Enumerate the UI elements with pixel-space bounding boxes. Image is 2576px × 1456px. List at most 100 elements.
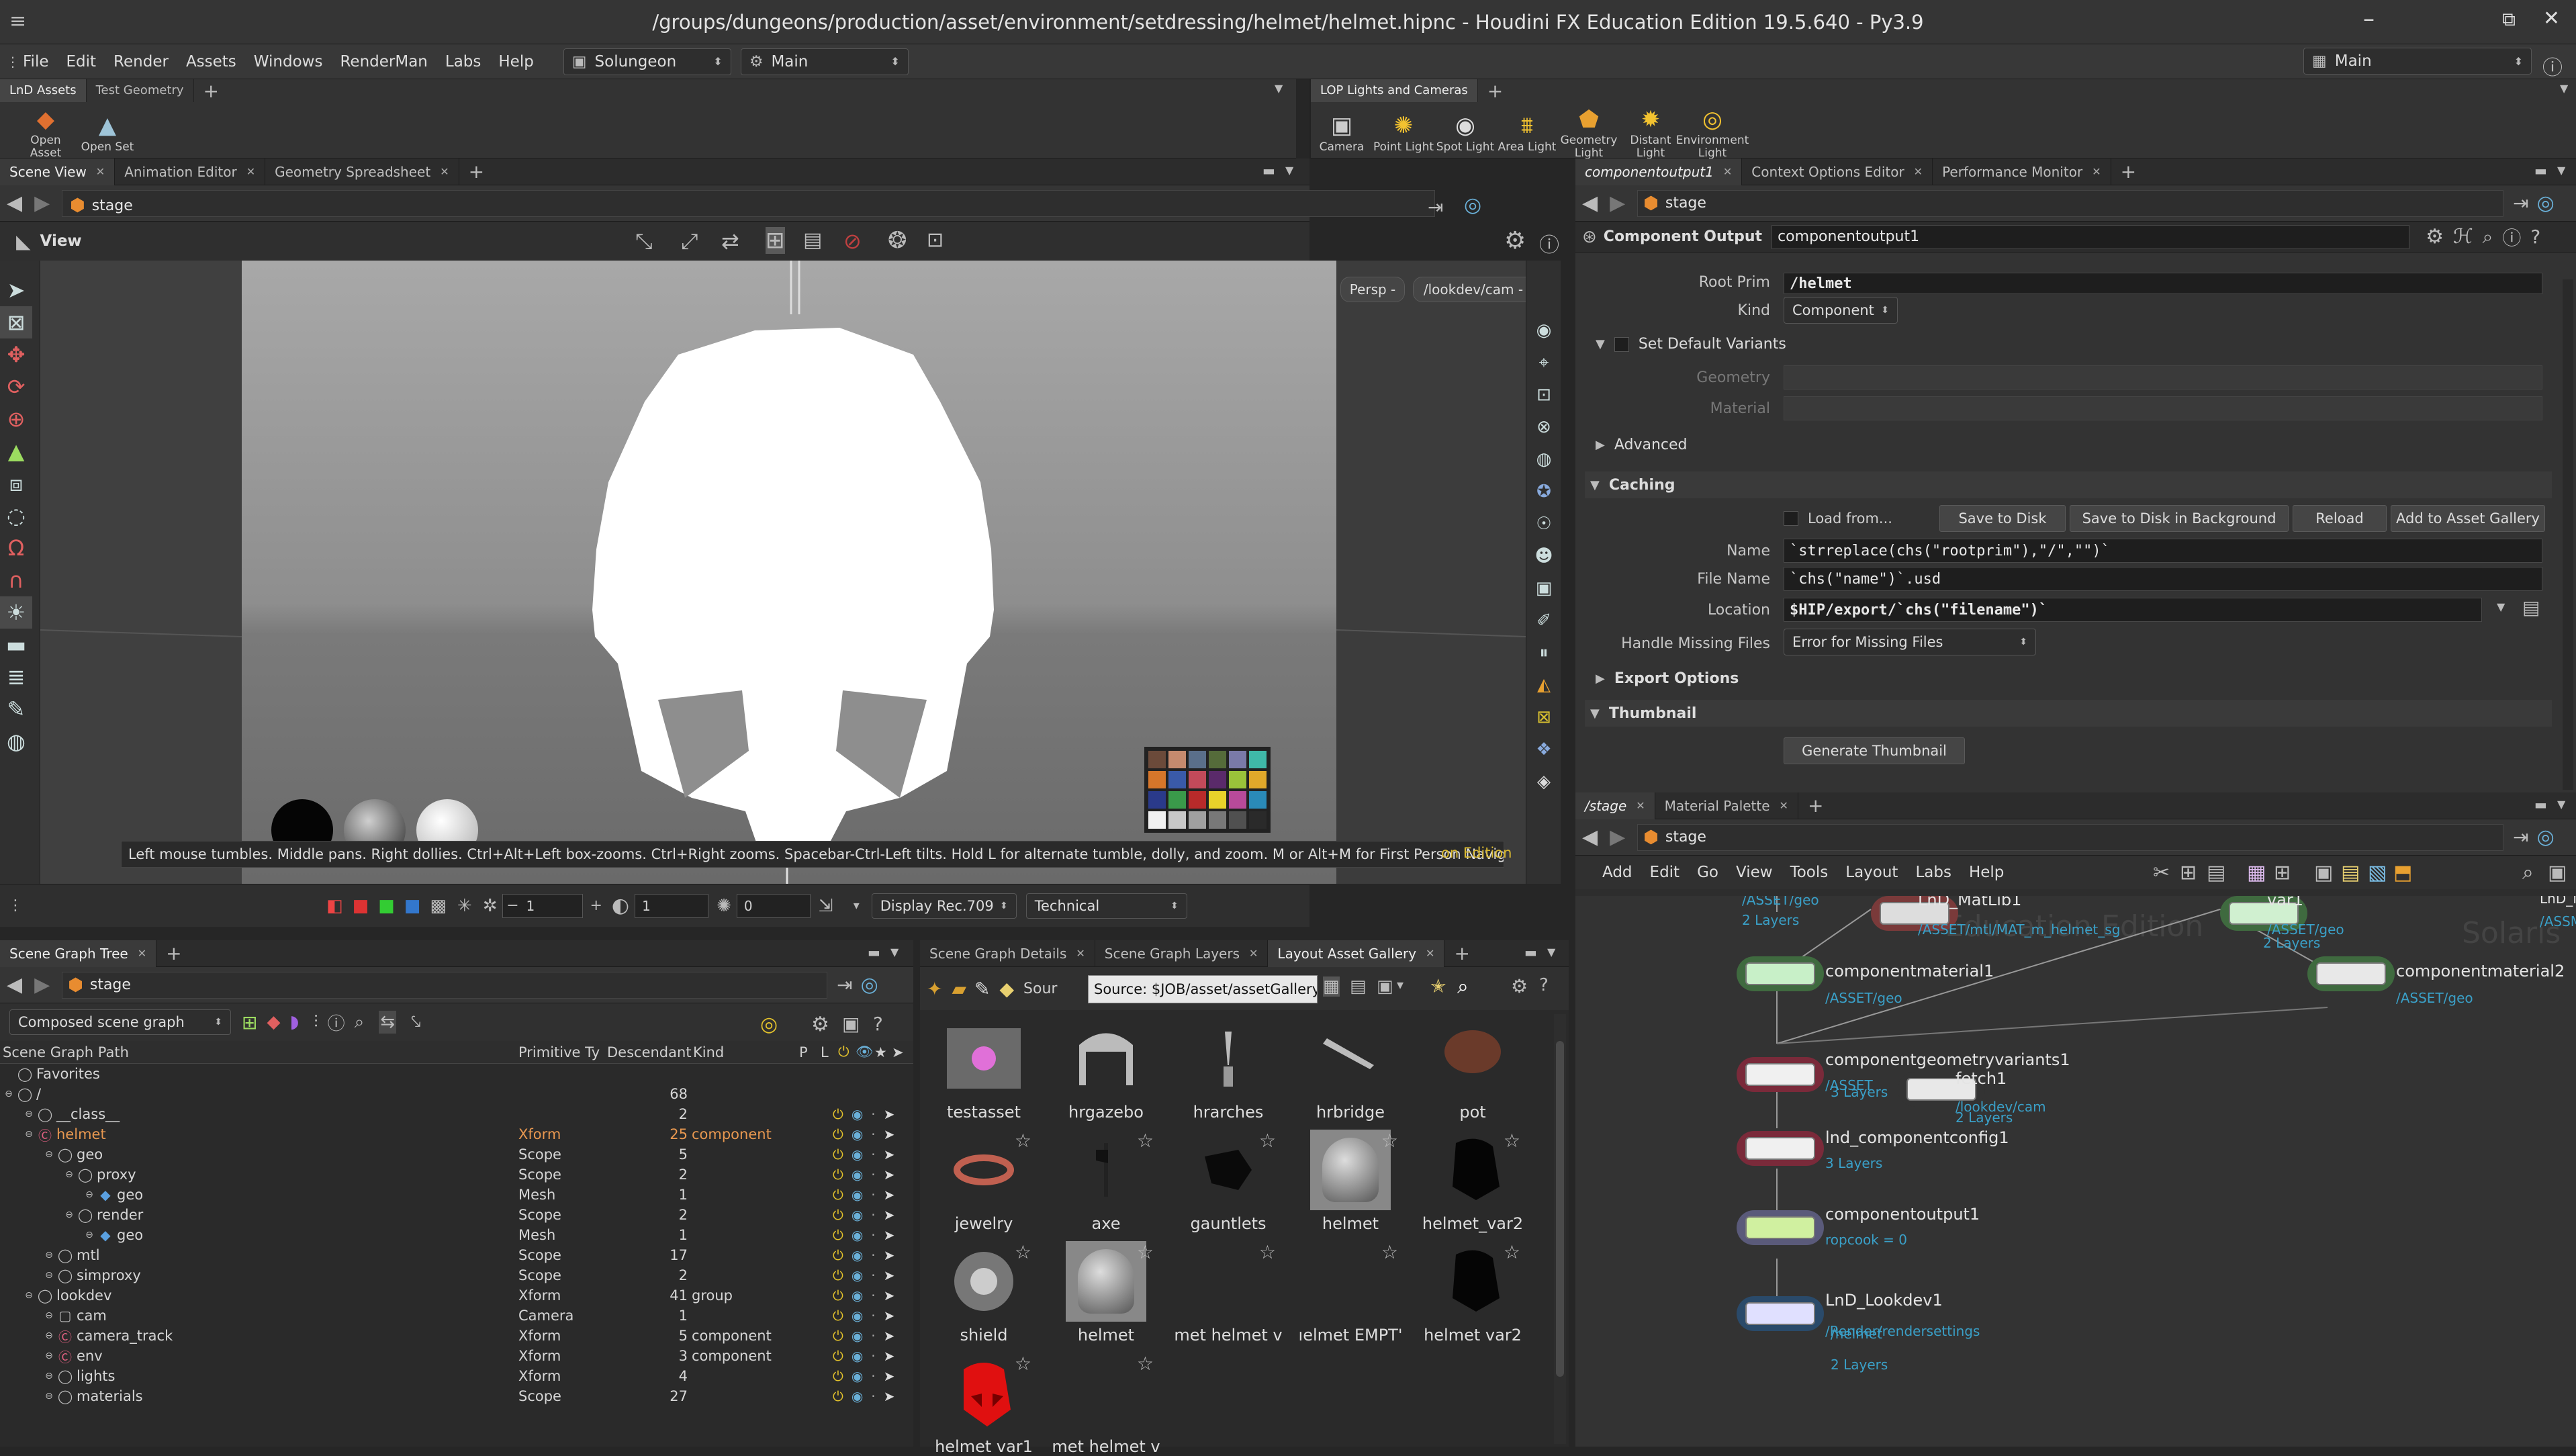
gear-icon[interactable]: ⚙ — [1511, 975, 1528, 997]
magnet-tool-icon[interactable]: Ω — [0, 532, 32, 564]
expand-icon[interactable]: ⊖ — [23, 1290, 35, 1301]
scene-graph-mode-select[interactable]: Composed scene graph ⬍ — [9, 1009, 231, 1035]
handle-missing-select[interactable]: Error for Missing Files ⬍ — [1784, 629, 2036, 655]
lut-field[interactable]: 0 — [736, 893, 811, 918]
tab-performance-monitor[interactable]: Performance Monitor ✕ — [1933, 158, 2111, 185]
close-icon[interactable]: ✕ — [138, 940, 146, 967]
grid-small-icon[interactable]: ⊞ — [2274, 861, 2291, 884]
tree-row[interactable]: ⊖ ◯ materials Scope 27 ⏻◉·➤ — [0, 1386, 913, 1406]
close-icon[interactable]: ✕ — [1636, 792, 1645, 819]
favorite-star-icon[interactable]: ☆ — [1137, 1353, 1154, 1375]
expand-icon[interactable]: ⊖ — [43, 1149, 55, 1160]
active-icon[interactable]: ⏻ — [833, 1227, 852, 1243]
select-icon[interactable]: ➤ — [884, 1187, 903, 1203]
expand-icon[interactable]: ⊖ — [43, 1351, 55, 1361]
active-icon[interactable]: ⏻ — [833, 1267, 852, 1283]
forward-arrow-icon[interactable]: ▶ — [34, 973, 50, 997]
gallery-item[interactable]: ☆ ıelmet EMPT' — [1293, 1241, 1408, 1345]
gallery-item[interactable]: ☆ met helmet v — [1171, 1241, 1285, 1345]
help-icon[interactable]: ⓘ — [2542, 51, 2563, 81]
maximize-button[interactable]: ⧉ — [2502, 8, 2516, 31]
node-label[interactable]: lnd_componentconfig1 — [1825, 1128, 2009, 1147]
load-from-checkbox[interactable] — [1784, 511, 1798, 526]
node-label[interactable]: componentmaterial1 — [1825, 962, 1994, 981]
gallery-item[interactable]: ☆ shield — [927, 1241, 1041, 1345]
dot-icon[interactable]: · — [871, 1388, 883, 1404]
tab-geometry-spreadsheet[interactable]: Geometry Spreadsheet ✕ — [265, 158, 459, 185]
favorite-star-icon[interactable]: ☆ — [1015, 1241, 1031, 1263]
close-icon[interactable]: ✕ — [1914, 158, 1923, 185]
network-canvas[interactable]: Education Edition Solaris LnD_MatLib1/AS… — [1575, 896, 2576, 1447]
dot-icon[interactable]: · — [871, 1106, 883, 1122]
tab-animation-editor[interactable]: Animation Editor ✕ — [115, 158, 266, 185]
prim-flags[interactable]: ⏻◉·➤ — [833, 1287, 903, 1304]
active-icon[interactable]: ⏻ — [833, 1146, 852, 1163]
tab-scene-graph-tree[interactable]: Scene Graph Tree ✕ — [0, 940, 157, 967]
network-node[interactable] — [1737, 1210, 1824, 1245]
favorite-star-icon[interactable]: ☆ — [1137, 1130, 1154, 1152]
expand-icon[interactable]: ⊖ — [43, 1330, 55, 1341]
visibility-icon[interactable]: ◉ — [852, 1328, 871, 1344]
menu-edit[interactable]: Edit — [66, 53, 97, 71]
chevron-down-icon[interactable]: ▼ — [1285, 164, 1293, 177]
export-options-section[interactable]: ▶ Export Options — [1596, 670, 1739, 687]
tab-scene-graph-details[interactable]: Scene Graph Details ✕ — [920, 940, 1095, 967]
active-icon[interactable]: ⏻ — [833, 1167, 852, 1183]
active-icon[interactable]: ⏻ — [833, 1106, 852, 1122]
channel-red-icon[interactable]: ■ — [353, 896, 369, 916]
tree-row[interactable]: ⊖ ▢ cam Camera 1 ⏻◉·➤ — [0, 1306, 913, 1326]
gallery-item[interactable]: ☆ met helmet v — [1049, 1353, 1163, 1456]
location-field[interactable]: $HIP/export/`chs("filename")` — [1784, 598, 2482, 622]
node-body[interactable] — [1745, 962, 1815, 985]
expand-icon[interactable]: ⊖ — [43, 1391, 55, 1402]
close-button[interactable]: ✕ — [2543, 7, 2560, 30]
pause-icon[interactable]: ⏸ — [1526, 637, 1561, 669]
distant-light-tool[interactable]: ✹ Distant Light — [1620, 105, 1682, 160]
point-light-tool[interactable]: ✺ Point Light — [1373, 111, 1434, 154]
pin-icon[interactable]: ⇥ — [2513, 192, 2528, 214]
select-icon[interactable]: ➤ — [884, 1227, 903, 1243]
active-icon[interactable]: ⏻ — [833, 1348, 852, 1364]
node-label[interactable]: componentgeometryvariants1 — [1825, 1050, 2070, 1069]
net-menu-view[interactable]: View — [1736, 864, 1773, 881]
dot-icon[interactable]: · — [871, 1207, 883, 1223]
close-icon[interactable]: ✕ — [1723, 158, 1732, 185]
close-icon[interactable]: ✕ — [1780, 792, 1788, 819]
select-icon[interactable]: ➤ — [884, 1146, 903, 1163]
minimize-button[interactable]: – — [2363, 5, 2375, 32]
translate-tool-icon[interactable]: ✥ — [0, 338, 32, 371]
grid-view-icon[interactable]: ▦ — [1323, 976, 1340, 997]
name-field[interactable]: `strreplace(chs("rootprim"),"/","")` — [1784, 539, 2542, 563]
grid-icon[interactable]: ▦ — [2247, 861, 2266, 884]
channel-green-icon[interactable]: ■ — [378, 896, 395, 916]
dot-icon[interactable]: · — [871, 1267, 883, 1283]
select-icon[interactable]: ➤ — [884, 1308, 903, 1324]
gallery-scrollbar[interactable] — [1554, 1014, 1566, 1444]
open-set-tool[interactable]: ▲ Open Set — [77, 111, 138, 154]
maximize-pane-icon[interactable]: ▬ — [1262, 163, 1275, 179]
active-icon[interactable]: ⏻ — [833, 1368, 852, 1384]
select-icon[interactable]: ➤ — [884, 1267, 903, 1283]
maximize-pane-icon[interactable]: ▬ — [1524, 944, 1537, 960]
net-menu-labs[interactable]: Labs — [1915, 864, 1951, 881]
dot-icon[interactable]: · — [871, 1167, 883, 1183]
favorite-star-icon[interactable]: ☆ — [1259, 1241, 1276, 1263]
expand-icon[interactable]: ⊖ — [63, 1210, 75, 1220]
active-icon[interactable]: ⏻ — [833, 1388, 852, 1404]
snapping-icon[interactable]: ⊞ — [766, 227, 785, 254]
select-icon[interactable]: ➤ — [884, 1368, 903, 1384]
view-transform-select[interactable]: Technical ⬍ — [1025, 893, 1187, 919]
camera-select-button[interactable]: /lookdev/cam - — [1413, 277, 1526, 302]
dot-icon[interactable]: · — [871, 1247, 883, 1263]
tree-row[interactable]: ⊖ ◆ geo Mesh 1 ⏻◉·➤ — [0, 1185, 913, 1205]
select-icon[interactable]: ➤ — [884, 1167, 903, 1183]
box-icon[interactable]: ⬒ — [2393, 861, 2412, 884]
channel-alpha-icon[interactable]: ▩ — [430, 896, 447, 916]
rotate-tool-icon[interactable]: ⟳ — [0, 371, 32, 403]
expand-icon[interactable]: ⊖ — [83, 1189, 95, 1200]
tree-row[interactable]: ⊖ ◯ geo Scope 5 ⏻◉·➤ — [0, 1144, 913, 1165]
network-node[interactable] — [1737, 1131, 1824, 1166]
shading-icon[interactable]: ◭ — [1526, 669, 1561, 701]
visibility-icon[interactable]: ◉ — [852, 1227, 871, 1243]
close-icon[interactable]: ✕ — [1076, 940, 1085, 967]
